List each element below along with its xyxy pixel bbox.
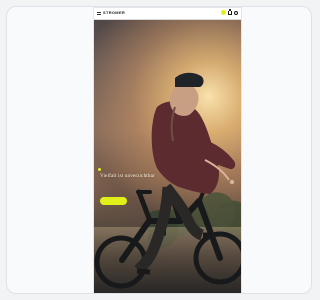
hero-headline: Vielfalt ist unverzichtbar (100, 174, 155, 179)
top-navigation: STROMER (94, 8, 241, 20)
account-icon[interactable] (234, 10, 238, 15)
hero-accent-dot (98, 168, 101, 171)
mobile-preview: STROMER Vielfalt ist unverzichtbar (94, 8, 241, 293)
preview-card: STROMER Vielfalt ist unverzichtbar (6, 6, 312, 294)
bag-icon[interactable] (228, 8, 232, 15)
top-left-group: STROMER (97, 10, 125, 15)
hero-rider-image (94, 72, 241, 289)
hero-cta-button[interactable] (100, 197, 127, 205)
top-right-group (221, 8, 238, 15)
hero-section: Vielfalt ist unverzichtbar (94, 20, 241, 293)
menu-icon[interactable] (97, 11, 101, 15)
cta-dot-icon[interactable] (221, 10, 226, 15)
brand-logo[interactable]: STROMER (103, 10, 125, 15)
